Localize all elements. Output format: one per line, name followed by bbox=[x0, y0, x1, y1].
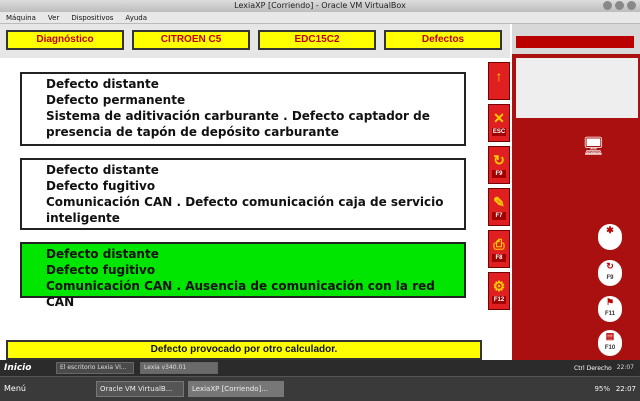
status-message: Defecto provocado por otro calculador. bbox=[6, 340, 482, 360]
defect-line: Defecto distante bbox=[46, 247, 159, 261]
tools-icon: ⚙ bbox=[492, 278, 506, 294]
document-icon: ▤ bbox=[605, 331, 615, 341]
top-navigation: Diagnóstico CITROEN C5 EDC15C2 Defectos bbox=[0, 24, 510, 58]
close-icon[interactable] bbox=[627, 1, 636, 10]
taskbar-item[interactable]: Lexia v340.01 bbox=[140, 362, 218, 374]
minimize-icon[interactable] bbox=[603, 1, 612, 10]
erase-icon: ✱ bbox=[606, 225, 614, 235]
erase-button[interactable]: ✕ ESC bbox=[488, 104, 510, 142]
edit-button[interactable]: ✎ F7 bbox=[488, 188, 510, 226]
right-flag-button[interactable]: ⚑ F11 bbox=[598, 296, 622, 322]
guest-clock: 22:07 bbox=[616, 364, 634, 371]
host-taskbar-item[interactable]: Oracle VM VirtualB... bbox=[96, 381, 184, 397]
scroll-up-button[interactable]: ↑ bbox=[488, 62, 510, 100]
tool-column: ↑ ✕ ESC ↻ F9 ✎ F7 ⎙ F8 ⚙ F12 bbox=[486, 60, 512, 360]
defect-item[interactable]: Defecto distante Defecto permanente Sist… bbox=[20, 72, 466, 146]
host-key-label: Ctrl Derecho bbox=[574, 365, 612, 372]
defect-description: Sistema de aditivación carburante . Defe… bbox=[46, 109, 430, 139]
guest-screen: Diagnóstico CITROEN C5 EDC15C2 Defectos … bbox=[0, 24, 640, 360]
menubar: Máquina Ver Dispositivos Ayuda bbox=[0, 12, 640, 24]
pc-link-icon: 🖥 bbox=[582, 136, 605, 157]
ecu-button[interactable]: EDC15C2 bbox=[258, 30, 376, 50]
host-taskbar-item[interactable]: LexiaXP [Corriendo]... bbox=[188, 381, 284, 397]
defect-line: Defecto distante bbox=[46, 77, 159, 91]
defect-description: Comunicación CAN . Ausencia de comunicac… bbox=[46, 279, 435, 309]
flag-icon: ⚑ bbox=[605, 297, 615, 307]
defect-line: Defecto fugitivo bbox=[46, 263, 156, 277]
key-label: F9 bbox=[492, 170, 506, 178]
menu-dispositivos[interactable]: Dispositivos bbox=[71, 12, 113, 23]
print-button[interactable]: ⎙ F8 bbox=[488, 230, 510, 268]
right-doc-button[interactable]: ▤ F10 bbox=[598, 330, 622, 356]
menu-ver[interactable]: Ver bbox=[48, 12, 59, 23]
defect-line: Defecto permanente bbox=[46, 93, 186, 107]
key-label: ESC bbox=[492, 128, 506, 136]
defect-line: Defecto distante bbox=[46, 163, 159, 177]
key-label: F7 bbox=[492, 212, 506, 220]
start-button[interactable]: Inicio bbox=[4, 362, 31, 374]
diagnostico-button[interactable]: Diagnóstico bbox=[6, 30, 124, 50]
key-label: F8 bbox=[492, 254, 506, 262]
menu-maquina[interactable]: Máquina bbox=[6, 12, 36, 23]
window-titlebar: LexiaXP [Corriendo] - Oracle VM VirtualB… bbox=[0, 0, 640, 12]
battery-indicator: 95% bbox=[594, 385, 610, 393]
refresh-button[interactable]: ↻ F9 bbox=[488, 146, 510, 184]
right-erase-button[interactable]: ✱ bbox=[598, 224, 622, 250]
guest-taskbar: Inicio El escritorio Lexia VI... Lexia v… bbox=[0, 360, 640, 376]
defect-description: Comunicación CAN . Defecto comunicación … bbox=[46, 195, 444, 225]
maximize-icon[interactable] bbox=[615, 1, 624, 10]
defect-item-selected[interactable]: Defecto distante Defecto fugitivo Comuni… bbox=[20, 242, 466, 309]
tools-button[interactable]: ⚙ F12 bbox=[488, 272, 510, 310]
erase-icon: ✕ bbox=[493, 110, 505, 126]
host-taskbar: Menú Oracle VM VirtualB... LexiaXP [Corr… bbox=[0, 376, 640, 401]
host-clock: 22:07 bbox=[615, 385, 636, 393]
taskbar-item[interactable]: El escritorio Lexia VI... bbox=[56, 362, 134, 374]
arrow-up-icon: ↑ bbox=[495, 68, 503, 84]
host-menu-button[interactable]: Menú bbox=[4, 383, 26, 395]
pencil-icon: ✎ bbox=[493, 194, 505, 210]
right-panel: 🖥 ✱ ↻ F9 ⚑ F11 ▤ F10 bbox=[512, 24, 640, 360]
right-refresh-button[interactable]: ↻ F9 bbox=[598, 260, 622, 286]
defect-line: Defecto fugitivo bbox=[46, 179, 156, 193]
print-icon: ⎙ bbox=[493, 236, 505, 252]
window-title: LexiaXP [Corriendo] - Oracle VM VirtualB… bbox=[234, 1, 406, 10]
defect-list: Defecto distante Defecto permanente Sist… bbox=[0, 60, 482, 360]
refresh-icon: ↻ bbox=[493, 152, 505, 168]
refresh-icon: ↻ bbox=[606, 261, 614, 271]
menu-ayuda[interactable]: Ayuda bbox=[125, 12, 147, 23]
vehicle-button[interactable]: CITROEN C5 bbox=[132, 30, 250, 50]
key-label: F12 bbox=[492, 296, 506, 304]
defectos-button[interactable]: Defectos bbox=[384, 30, 502, 50]
defect-item[interactable]: Defecto distante Defecto fugitivo Comuni… bbox=[20, 158, 466, 230]
